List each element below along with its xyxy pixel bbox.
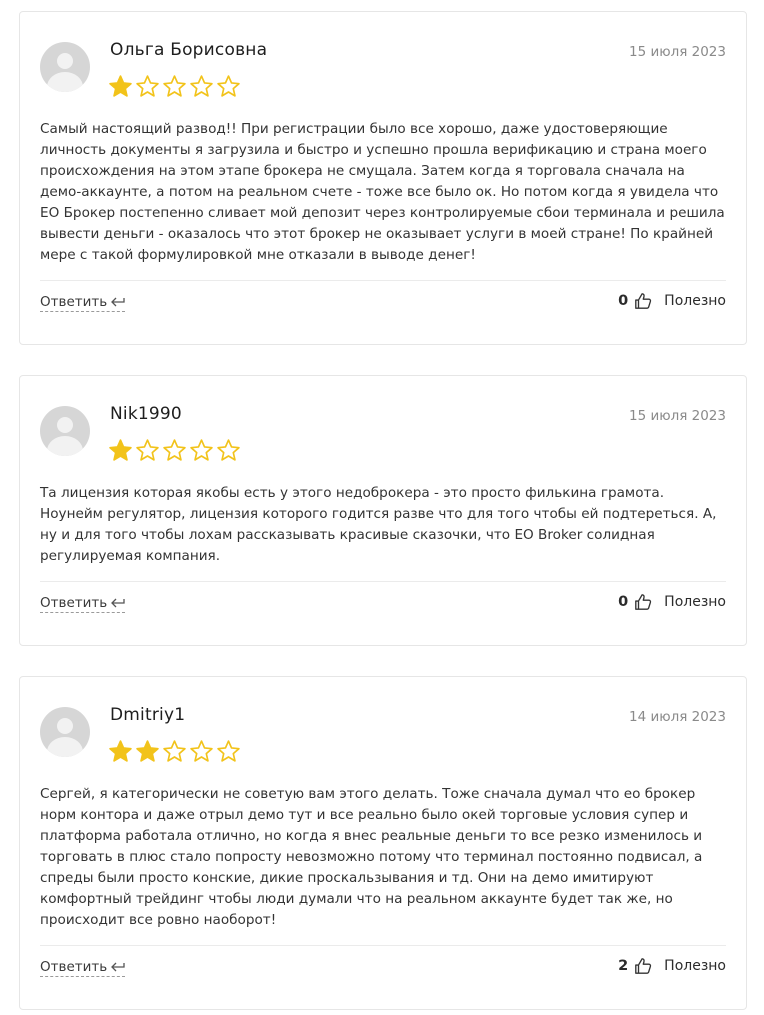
star-filled-icon [109,740,132,762]
vote-block: 2 Полезно [618,957,726,975]
star-empty-icon [190,740,213,762]
divider [40,280,726,281]
reply-label: Ответить [40,595,108,611]
star-filled-icon [136,740,159,762]
star-filled-icon [109,439,132,461]
vote-count: 2 [618,958,629,974]
avatar [40,707,90,757]
divider [40,945,726,946]
star-rating [108,74,241,99]
review-author: Ольга Борисовна [110,40,268,60]
star-empty-icon [163,439,186,461]
useful-button[interactable]: Полезно [664,594,726,610]
avatar [40,42,90,92]
star-empty-icon [136,439,159,461]
review-author: Dmitriy1 [110,705,186,725]
useful-button[interactable]: Полезно [664,958,726,974]
star-empty-icon [190,439,213,461]
reply-arrow-icon [111,297,125,307]
reply-arrow-icon [111,962,125,972]
reply-button[interactable]: Ответить [40,294,126,312]
star-rating [108,438,241,463]
reply-label: Ответить [40,959,108,975]
avatar [40,406,90,456]
review-text: Та лицензия которая якобы есть у этого н… [40,485,717,564]
vote-block: 0 Полезно [618,593,726,611]
reply-button[interactable]: Ответить [40,959,126,977]
review-card: Nik1990 15 июля 2023 Та лицензия которая… [19,375,747,646]
star-empty-icon [217,740,240,762]
reply-arrow-icon [111,598,125,608]
star-empty-icon [190,75,213,97]
vote-block: 0 Полезно [618,292,726,310]
review-card: Dmitriy1 14 июля 2023 Сергей, я категори… [19,676,747,1010]
star-empty-icon [163,75,186,97]
divider [40,581,726,582]
review-text: Самый настоящий развод!! При регистрации… [40,121,725,263]
thumbs-up-icon[interactable] [634,292,652,310]
review-date: 14 июля 2023 [628,709,726,725]
star-empty-icon [136,75,159,97]
thumbs-up-icon[interactable] [634,593,652,611]
star-filled-icon [109,75,132,97]
star-empty-icon [217,439,240,461]
star-rating [108,739,241,764]
useful-button[interactable]: Полезно [664,293,726,309]
review-date: 15 июля 2023 [628,408,726,424]
reply-label: Ответить [40,294,108,310]
review-card: Ольга Борисовна 15 июля 2023 Самый насто… [19,11,747,345]
thumbs-up-icon[interactable] [634,957,652,975]
review-date: 15 июля 2023 [628,44,726,60]
star-empty-icon [217,75,240,97]
star-empty-icon [163,740,186,762]
reply-button[interactable]: Ответить [40,595,126,613]
vote-count: 0 [618,594,629,610]
review-author: Nik1990 [110,404,182,424]
review-text: Сергей, я категорически не советую вам э… [40,786,703,928]
vote-count: 0 [618,293,629,309]
